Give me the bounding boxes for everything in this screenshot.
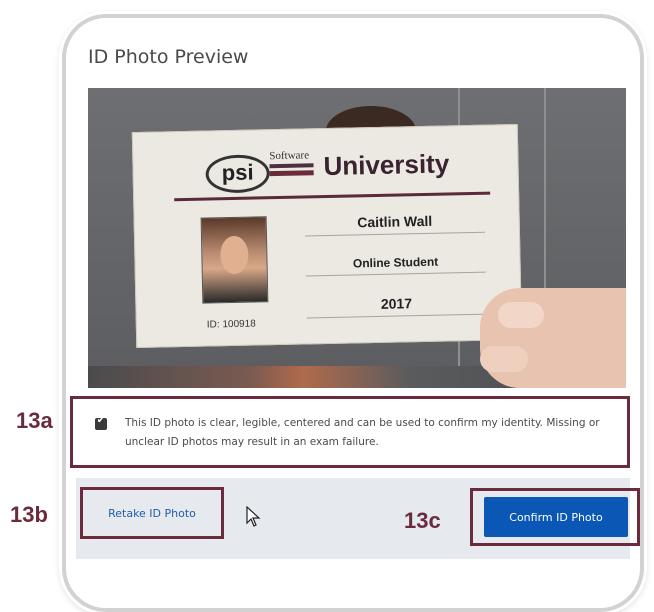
id-photo-preview: psi Software University Caitlin Wall Onl… xyxy=(88,88,626,388)
step-label-13c: 13c xyxy=(404,508,441,533)
holding-fingers xyxy=(480,288,626,388)
brand-mark: Software xyxy=(269,149,314,177)
institution-name: University xyxy=(323,148,450,182)
confirm-id-photo-button[interactable]: Confirm ID Photo xyxy=(484,497,628,537)
check-icon: ✔ xyxy=(96,415,106,426)
dialog-title: ID Photo Preview xyxy=(88,46,249,68)
step-label-13a: 13a xyxy=(16,408,53,433)
card-portrait xyxy=(200,216,269,304)
brand-bar xyxy=(269,163,314,169)
pointer-arrow-icon xyxy=(246,505,261,527)
portrait-face xyxy=(219,235,249,275)
confirm-checkbox[interactable]: ✔ xyxy=(95,415,107,430)
fingernail xyxy=(498,302,544,328)
mouse-pointer-icon xyxy=(246,505,262,531)
card-year: 2017 xyxy=(306,293,487,319)
step-label-13b: 13b xyxy=(10,502,48,527)
brand-line-1: Software xyxy=(269,149,310,163)
id-card: psi Software University Caitlin Wall Onl… xyxy=(131,123,523,349)
card-holder-name: Caitlin Wall xyxy=(304,211,485,237)
card-id-number: ID: 100918 xyxy=(206,318,256,331)
confirmation-row: ✔ This ID photo is clear, legible, cente… xyxy=(70,396,630,468)
confirmation-text: This ID photo is clear, legible, centere… xyxy=(125,417,600,448)
brand-bar xyxy=(269,170,314,177)
psi-logo: psi xyxy=(205,154,271,194)
retake-id-photo-button[interactable]: Retake ID Photo xyxy=(80,487,224,539)
card-holder-role: Online Student xyxy=(305,253,486,277)
card-divider xyxy=(174,191,491,202)
fingernail xyxy=(480,346,528,372)
